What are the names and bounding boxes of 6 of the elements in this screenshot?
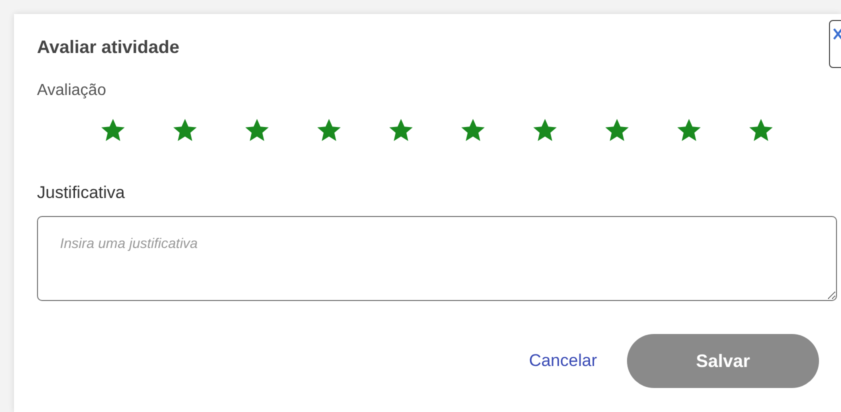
justification-field[interactable]: Insira uma justificativa (37, 216, 837, 301)
close-icon (832, 27, 841, 41)
justification-label: Justificativa (37, 182, 126, 204)
cancel-link[interactable]: Cancelar (528, 348, 597, 374)
dialog-title: Avaliar atividade (37, 36, 180, 59)
rating-label: Avaliação (37, 81, 108, 101)
